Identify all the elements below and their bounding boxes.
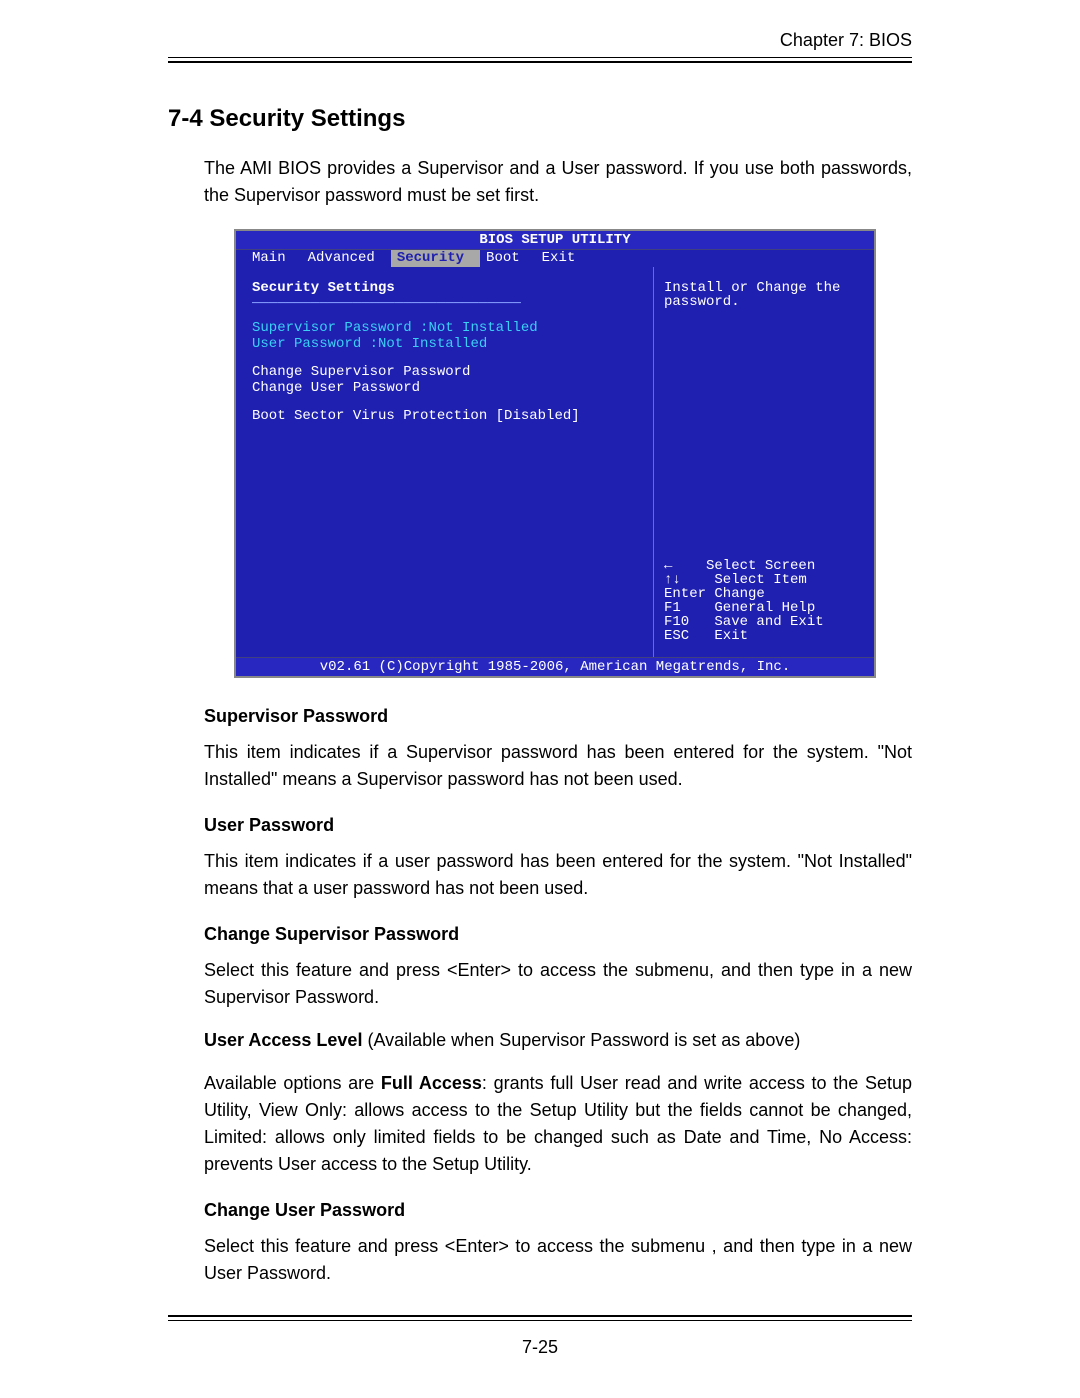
heading-supervisor-password: Supervisor Password	[204, 706, 912, 727]
section-heading: 7-4 Security Settings	[168, 105, 912, 133]
user-access-level-rest: (Available when Supervisor Password is s…	[362, 1030, 800, 1050]
chapter-label: Chapter 7: BIOS	[168, 30, 912, 51]
tab-advanced[interactable]: Advanced	[302, 250, 391, 267]
bios-footer: v02.61 (C)Copyright 1985-2006, American …	[236, 657, 874, 676]
key-select-screen: ← Select Screen	[664, 559, 862, 573]
paragraph-user-access-level: User Access Level (Available when Superv…	[204, 1027, 912, 1054]
key-esc: ESC Exit	[664, 629, 862, 643]
bios-tabs: Main Advanced Security Boot Exit	[236, 250, 874, 267]
tab-boot[interactable]: Boot	[480, 250, 536, 267]
paragraph-user-password: This item indicates if a user password h…	[204, 848, 912, 902]
top-rule	[168, 57, 912, 63]
page-number: 7-25	[168, 1337, 912, 1358]
boot-sector-virus-row[interactable]: Boot Sector Virus Protection [Disabled]	[252, 409, 637, 423]
bios-section-title: Security Settings	[252, 281, 637, 295]
user-password-label: User Password :	[252, 336, 378, 352]
bios-key-legend: ← Select Screen ↑↓ Select Item Enter Cha…	[664, 559, 862, 643]
user-password-row: User Password :Not Installed	[252, 337, 637, 351]
bios-right-panel: Install or Change the password. ← Select…	[654, 267, 874, 657]
change-user-password-item[interactable]: Change User Password	[252, 381, 637, 395]
supervisor-password-value: Not Installed	[428, 320, 537, 336]
bios-help-text: Install or Change the password.	[664, 281, 862, 309]
heading-change-supervisor-password: Change Supervisor Password	[204, 924, 912, 945]
bios-screenshot: BIOS SETUP UTILITY Main Advanced Securit…	[234, 229, 876, 678]
bios-help-line2: password.	[664, 295, 862, 309]
tab-main[interactable]: Main	[246, 250, 302, 267]
change-supervisor-password-item[interactable]: Change Supervisor Password	[252, 365, 637, 379]
bios-left-panel: Security Settings ──────────────────────…	[236, 267, 654, 657]
user-password-value: Not Installed	[378, 336, 487, 352]
options-bold: Full Access	[381, 1073, 482, 1093]
heading-change-user-password: Change User Password	[204, 1200, 912, 1221]
bios-divider: ────────────────────────────────	[252, 297, 637, 311]
tab-security[interactable]: Security	[391, 250, 480, 267]
paragraph-supervisor-password: This item indicates if a Supervisor pass…	[204, 739, 912, 793]
supervisor-password-row: Supervisor Password :Not Installed	[252, 321, 637, 335]
bios-help-line1: Install or Change the	[664, 281, 862, 295]
bios-titlebar: BIOS SETUP UTILITY	[236, 231, 874, 250]
options-pre: Available options are	[204, 1073, 381, 1093]
paragraph-access-options: Available options are Full Access: grant…	[204, 1070, 912, 1178]
key-f10: F10 Save and Exit	[664, 615, 862, 629]
bottom-rule	[168, 1315, 912, 1321]
boot-sector-value: [Disabled]	[496, 408, 580, 424]
heading-user-password: User Password	[204, 815, 912, 836]
key-f1: F1 General Help	[664, 601, 862, 615]
key-select-item: ↑↓ Select Item	[664, 573, 862, 587]
tab-exit[interactable]: Exit	[536, 250, 592, 267]
user-access-level-bold: User Access Level	[204, 1030, 362, 1050]
intro-paragraph: The AMI BIOS provides a Supervisor and a…	[204, 155, 912, 209]
boot-sector-label: Boot Sector Virus Protection	[252, 408, 496, 424]
paragraph-change-user-password: Select this feature and press <Enter> to…	[204, 1233, 912, 1287]
paragraph-change-supervisor-password: Select this feature and press <Enter> to…	[204, 957, 912, 1011]
supervisor-password-label: Supervisor Password :	[252, 320, 428, 336]
key-enter: Enter Change	[664, 587, 862, 601]
